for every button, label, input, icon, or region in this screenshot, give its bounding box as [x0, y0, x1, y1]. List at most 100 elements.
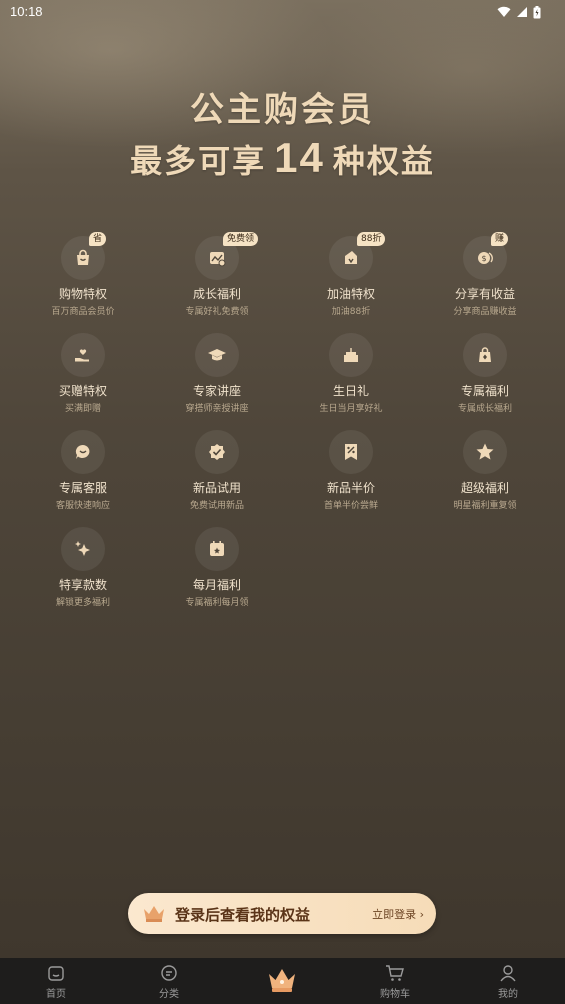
battery-icon	[533, 5, 541, 18]
benefit-subtitle: 专属好礼免费领	[185, 307, 249, 317]
benefit-count: 14	[274, 134, 325, 181]
tab-home[interactable]: 首页	[21, 958, 91, 1004]
calendar-icon	[210, 541, 224, 556]
benefit-subtitle: 免费试用新品	[189, 501, 244, 511]
tab-label: 我的	[498, 989, 518, 1000]
growth-icon	[210, 252, 226, 267]
fuel-icon	[345, 251, 357, 264]
benefit-item-gift[interactable]: 买赠特权 买满即赠	[16, 333, 150, 430]
benefit-subtitle: 解锁更多福利	[55, 598, 110, 608]
category-icon	[161, 965, 177, 981]
login-now-link[interactable]: 立即登录 ›	[372, 906, 424, 922]
benefit-icon-circle: $ 赚	[463, 232, 509, 280]
benefit-item-half-price[interactable]: 新品半价 首单半价尝鲜	[284, 430, 418, 527]
benefit-title: 新品试用	[192, 481, 241, 495]
benefit-item-fuel[interactable]: 88折 加油特权 加油88折	[284, 232, 418, 333]
benefit-subtitle: 专属福利每月领	[185, 598, 249, 608]
login-now-label: 立即登录	[372, 908, 417, 921]
benefit-subtitle: 百万商品会员价	[51, 307, 115, 317]
benefit-title: 专属客服	[58, 481, 107, 495]
gift-hand-icon	[75, 349, 89, 362]
tab-label: 购物车	[380, 989, 410, 1000]
benefit-title: 新品半价	[326, 481, 375, 495]
benefit-badge: 省	[89, 232, 107, 246]
bottom-tab-bar: 首页 分类 购物车 我的	[0, 958, 565, 1004]
tab-cart[interactable]: 购物车	[360, 958, 430, 1004]
home-icon	[48, 966, 64, 981]
login-banner[interactable]: 登录后查看我的权益 立即登录 ›	[128, 893, 436, 934]
svg-text:$: $	[481, 254, 486, 263]
tab-category[interactable]: 分类	[134, 958, 204, 1004]
benefit-icon-circle	[329, 430, 373, 474]
benefit-subtitle: 首单半价尝鲜	[323, 501, 378, 511]
benefit-title: 分享有收益	[454, 287, 515, 301]
benefit-icon-circle	[195, 333, 239, 377]
subtitle-prefix: 最多可享	[130, 142, 267, 180]
benefit-subtitle: 专属成长福利	[457, 404, 512, 414]
tab-profile[interactable]: 我的	[473, 958, 543, 1004]
benefit-item-service[interactable]: 专属客服 客服快速响应	[16, 430, 150, 527]
chat-icon	[75, 444, 90, 459]
star-icon	[476, 443, 494, 460]
benefit-icon-circle	[463, 333, 507, 377]
benefit-item-share[interactable]: $ 赚 分享有收益 分享商品赚收益	[418, 232, 552, 333]
sparkle-icon	[75, 541, 90, 556]
benefit-item-monthly[interactable]: 每月福利 专属福利每月领	[150, 527, 284, 624]
benefit-item-special-styles[interactable]: 特享款数 解锁更多福利	[16, 527, 150, 624]
benefit-icon-circle: 88折	[329, 232, 386, 280]
benefit-icon-circle	[61, 527, 105, 571]
cart-icon	[386, 965, 404, 981]
page-title: 公主购会员	[190, 90, 375, 130]
status-icons	[497, 4, 541, 20]
benefit-title: 买赠特权	[58, 384, 107, 398]
benefit-icon-circle	[61, 333, 105, 377]
benefit-title: 专家讲座	[192, 384, 241, 398]
benefit-item-super[interactable]: 超级福利 明星福利重复领	[418, 430, 552, 527]
bag-icon	[77, 249, 89, 265]
status-bar: 10:18	[0, 0, 565, 24]
benefit-subtitle: 加油88折	[331, 307, 371, 317]
benefit-icon-circle: 省	[61, 232, 107, 280]
benefit-item-trial[interactable]: 新品试用 免费试用新品	[150, 430, 284, 527]
coupon-icon	[345, 444, 357, 460]
benefit-title: 专属福利	[460, 384, 509, 398]
chevron-right-icon: ›	[419, 908, 424, 921]
subtitle-suffix: 种权益	[332, 142, 435, 180]
benefit-subtitle: 明星福利重复领	[453, 501, 517, 511]
page-subtitle: 最多可享 14 种权益	[0, 134, 565, 182]
tab-member[interactable]	[247, 958, 317, 1004]
signal-icon	[517, 7, 527, 17]
benefit-item-birthday[interactable]: 生日礼 生日当月享好礼	[284, 333, 418, 430]
benefit-item-lecture[interactable]: 专家讲座 穿搭师亲授讲座	[150, 333, 284, 430]
benefit-item-shopping[interactable]: 省 购物特权 百万商品会员价	[16, 232, 150, 333]
benefit-subtitle: 生日当月享好礼	[319, 404, 383, 414]
benefit-title: 加油特权	[326, 287, 375, 301]
benefit-item-growth[interactable]: 免费领 成长福利 专属好礼免费领	[150, 232, 284, 333]
benefit-subtitle: 分享商品赚收益	[453, 307, 517, 317]
benefit-title: 特享款数	[58, 578, 107, 592]
benefit-badge: 赚	[491, 232, 509, 246]
verified-badge-icon	[209, 444, 225, 460]
benefit-title: 超级福利	[460, 481, 509, 495]
benefit-icon-circle	[195, 430, 239, 474]
benefit-icon-circle	[61, 430, 105, 474]
benefit-badge: 免费领	[223, 232, 259, 246]
crown-icon	[269, 969, 295, 992]
benefit-icon-circle	[195, 527, 239, 571]
benefits-grid: 省 购物特权 百万商品会员价 免费领 成长福利 专属好礼免费领 88折 加油特权…	[16, 232, 552, 624]
birthday-cake-icon	[344, 348, 358, 362]
benefit-title: 生日礼	[332, 384, 369, 398]
benefit-icon-circle: 免费领	[195, 232, 259, 280]
graduation-cap-icon	[208, 349, 226, 361]
benefit-icon-circle	[329, 333, 373, 377]
login-prompt: 登录后查看我的权益	[175, 906, 311, 924]
profile-icon	[500, 965, 516, 982]
benefit-title: 成长福利	[192, 287, 241, 301]
benefit-title: 购物特权	[58, 287, 107, 301]
crown-icon	[144, 906, 164, 922]
benefit-subtitle: 客服快速响应	[55, 501, 110, 511]
coin-icon: $	[478, 252, 493, 264]
benefit-badge: 88折	[357, 232, 386, 246]
tab-label: 分类	[159, 989, 179, 1000]
benefit-item-exclusive[interactable]: 专属福利 专属成长福利	[418, 333, 552, 430]
